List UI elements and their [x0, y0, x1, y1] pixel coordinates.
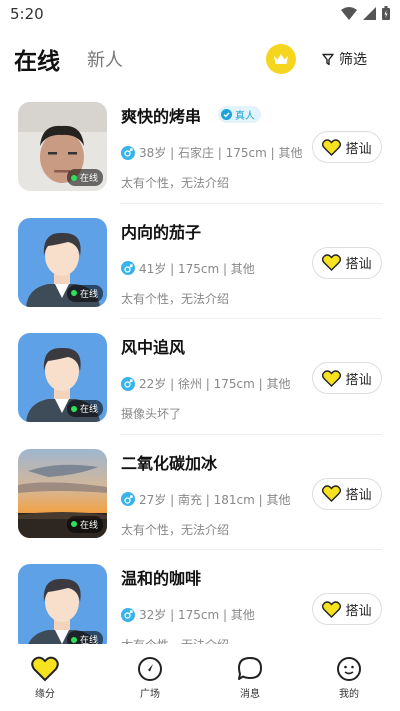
signal-icon	[363, 6, 376, 20]
user-info-text: 22岁 | 徐州 | 175cm | 其他	[139, 377, 291, 391]
status-bar: 5:20	[0, 0, 400, 30]
heart-icon	[322, 369, 342, 387]
online-badge: 在线	[66, 515, 103, 533]
wifi-icon	[341, 6, 357, 20]
heart-icon	[322, 138, 342, 156]
chat-label: 搭讪	[345, 488, 372, 503]
chat-label: 搭讪	[345, 372, 372, 388]
filter-label: 筛选	[339, 52, 367, 68]
tab-new[interactable]: 新人	[87, 46, 123, 72]
online-dot	[70, 405, 77, 412]
user-info: 38岁 | 石家庄 | 175cm | 其他	[121, 144, 302, 161]
profile-icon	[337, 657, 361, 681]
user-bio: 太有个性，无法介绍	[121, 176, 230, 190]
nav-item-guangchang[interactable]: 广场	[120, 656, 180, 700]
user-name: 二氧化碳加冰	[121, 453, 218, 473]
online-label: 在线	[79, 289, 98, 300]
user-info-text: 27岁 | 南充 | 181cm | 其他	[139, 492, 291, 507]
heart-icon	[322, 600, 342, 618]
user-bio: 摄像头坏了	[121, 407, 182, 421]
filter-button[interactable]: 筛选	[322, 49, 367, 69]
user-name: 风中追风	[121, 338, 186, 357]
user-row[interactable]: 在线 风中追风 22岁 | 徐州 | 175cm | 其他 摄像头坏了 搭讪	[0, 319, 400, 435]
gender-icon	[121, 376, 135, 391]
compass-icon	[138, 657, 162, 681]
heart-icon	[322, 485, 342, 502]
online-dot	[70, 174, 77, 181]
user-name: 爽快的烤串	[121, 107, 202, 126]
chat-button[interactable]: 搭讪	[312, 477, 382, 510]
heart-icon	[31, 656, 59, 682]
crown-icon	[274, 54, 288, 64]
online-dot	[70, 521, 77, 527]
user-bio: 太有个性，无法介绍	[121, 636, 229, 644]
heart-icon	[322, 254, 342, 271]
online-badge: 在线	[66, 169, 103, 186]
chat-button[interactable]: 搭讪	[312, 131, 382, 163]
bottom-nav: 缘分 广场 消息 我的	[0, 648, 400, 711]
user-bio: 太有个性，无法介绍	[121, 291, 230, 306]
user-info-text: 32岁 | 175cm | 其他	[139, 608, 255, 622]
online-badge: 在线	[66, 631, 103, 644]
avatar[interactable]: 在线	[18, 448, 107, 538]
user-list: 在线 爽快的烤串 真人 38岁 | 石家庄 | 175cm | 其他 太有个性，…	[0, 88, 400, 644]
user-bio: 太有个性，无法介绍	[121, 522, 230, 537]
user-row[interactable]: 在线 二氧化碳加冰 27岁 | 南充 | 181cm | 其他 太有个性，无法介…	[0, 435, 400, 550]
chat-button[interactable]: 搭讪	[312, 362, 382, 394]
online-label: 在线	[79, 636, 98, 644]
nav-item-yuanfen[interactable]: 缘分	[15, 656, 75, 700]
online-label: 在线	[79, 520, 98, 531]
user-info: 22岁 | 徐州 | 175cm | 其他	[121, 375, 290, 392]
crown-button[interactable]	[266, 44, 296, 74]
chat-button[interactable]: 搭讪	[312, 246, 382, 279]
online-dot	[70, 290, 77, 296]
user-row[interactable]: 在线 温和的咖啡 32岁 | 175cm | 其他 太有个性，无法介绍 搭讪	[0, 550, 400, 644]
chat-label: 搭讪	[345, 257, 372, 272]
tab-online[interactable]: 在线	[14, 42, 60, 76]
online-label: 在线	[79, 405, 98, 415]
user-row[interactable]: 在线 爽快的烤串 真人 38岁 | 石家庄 | 175cm | 其他 太有个性，…	[0, 88, 400, 204]
user-name: 内向的茄子	[121, 222, 202, 242]
nav-item-wode[interactable]: 我的	[319, 656, 379, 700]
online-dot	[70, 636, 77, 643]
user-info-text: 41岁 | 175cm | 其他	[139, 261, 255, 276]
verified-badge: 真人	[218, 106, 261, 123]
message-icon	[238, 657, 262, 680]
online-badge: 在线	[66, 284, 103, 302]
user-name: 温和的咖啡	[121, 569, 202, 588]
chat-label: 搭讪	[345, 141, 372, 157]
status-icons	[341, 6, 390, 20]
nav-label: 广场	[140, 689, 160, 700]
user-info: 41岁 | 175cm | 其他	[121, 260, 255, 277]
verified-label: 真人	[235, 111, 255, 122]
avatar[interactable]: 在线	[18, 333, 107, 422]
nav-label: 缘分	[35, 689, 55, 700]
header: 在线 新人 筛选	[0, 38, 400, 80]
user-row[interactable]: 在线 内向的茄子 41岁 | 175cm | 其他 太有个性，无法介绍 搭讪	[0, 204, 400, 319]
user-info: 27岁 | 南充 | 181cm | 其他	[121, 491, 290, 508]
avatar[interactable]: 在线	[18, 217, 107, 307]
nav-item-xiaoxi[interactable]: 消息	[220, 656, 280, 700]
gender-icon	[121, 492, 135, 506]
gender-icon	[121, 261, 135, 275]
user-info-text: 38岁 | 石家庄 | 175cm | 其他	[139, 146, 303, 160]
gender-icon	[121, 145, 135, 160]
nav-label: 消息	[240, 689, 260, 700]
status-time: 5:20	[10, 5, 44, 23]
online-badge: 在线	[66, 400, 103, 417]
battery-icon	[382, 6, 390, 20]
filter-icon	[322, 53, 334, 65]
user-info: 32岁 | 175cm | 其他	[121, 606, 255, 623]
online-label: 在线	[79, 174, 98, 184]
gender-icon	[121, 607, 135, 622]
chat-button[interactable]: 搭讪	[312, 593, 382, 625]
verified-icon	[221, 109, 232, 120]
avatar[interactable]: 在线	[18, 564, 107, 644]
avatar[interactable]: 在线	[18, 102, 107, 191]
chat-label: 搭讪	[345, 603, 372, 619]
nav-label: 我的	[339, 689, 359, 700]
